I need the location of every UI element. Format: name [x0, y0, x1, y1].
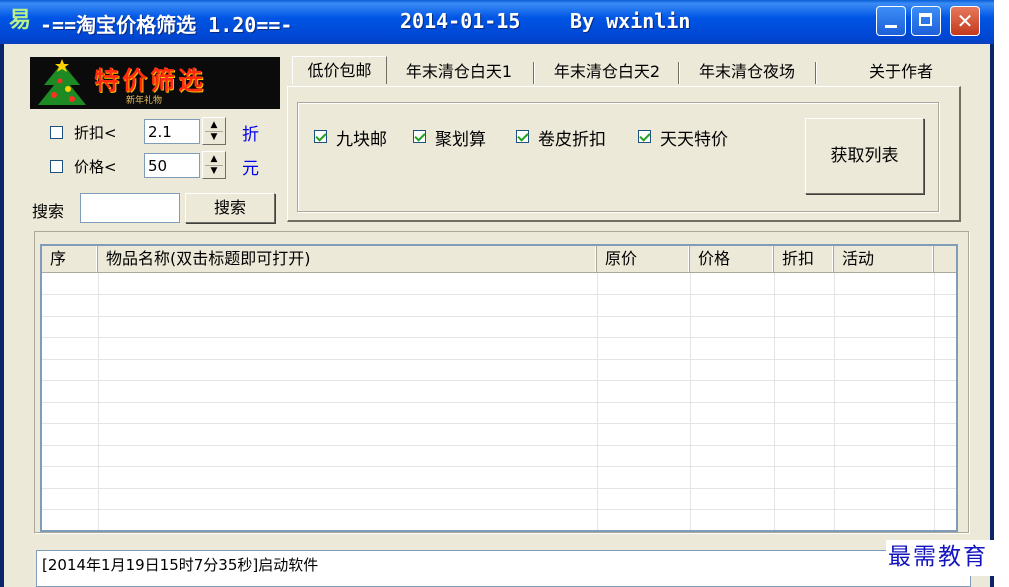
option-checkbox-jiukuaiyou[interactable] [314, 130, 327, 143]
grid-line [42, 337, 956, 338]
price-spinner[interactable]: ▲ ▼ [202, 151, 226, 179]
app-window: 易 -==淘宝价格筛选 1.20==- 2014-01-15 By wxinli… [0, 0, 994, 587]
logo-title: 特价筛选 [94, 66, 207, 95]
table-grid [42, 273, 956, 532]
watermark: 最需教育 [886, 540, 1009, 576]
grid-line [690, 273, 691, 530]
price-input[interactable] [144, 153, 200, 178]
grid-line [42, 401, 956, 403]
column-header-original-price[interactable]: 原价 [597, 246, 690, 272]
item-list-table[interactable]: 序 物品名称(双击标题即可打开) 原价 价格 折扣 活动 [40, 244, 958, 532]
search-input[interactable] [80, 193, 180, 223]
column-header-discount[interactable]: 折扣 [774, 246, 834, 272]
grid-line [42, 315, 956, 317]
window-title: -==淘宝价格筛选 1.20==- [40, 13, 293, 37]
spin-down-icon[interactable]: ▼ [205, 131, 223, 143]
spin-down-icon[interactable]: ▼ [205, 165, 223, 177]
grid-line [42, 294, 956, 295]
option-label-juanpi: 卷皮折扣 [538, 130, 606, 150]
column-header-activity[interactable]: 活动 [834, 246, 934, 272]
grid-line [42, 466, 956, 467]
option-label-tiantian: 天天特价 [660, 130, 728, 150]
discount-label: 折扣< [74, 124, 117, 142]
column-header-index[interactable]: 序 [42, 246, 98, 272]
grid-line [42, 423, 956, 424]
column-header-item-name[interactable]: 物品名称(双击标题即可打开) [98, 246, 597, 272]
close-button[interactable]: ✕ [950, 6, 980, 36]
tab-year-end-day-1[interactable]: 年末清仓白天1 [389, 58, 529, 86]
price-label: 价格< [74, 158, 117, 176]
column-header-price[interactable]: 价格 [690, 246, 774, 272]
tab-low-price-free-shipping[interactable]: 低价包邮 [292, 56, 387, 84]
logo-subtitle: 新年礼物 [126, 96, 163, 106]
search-label: 搜索 [32, 202, 65, 221]
option-label-jiukuaiyou: 九块邮 [336, 130, 387, 150]
grid-line [42, 487, 956, 489]
discount-input[interactable] [144, 119, 200, 144]
search-button[interactable]: 搜索 [185, 193, 275, 223]
discount-spinner[interactable]: ▲ ▼ [202, 117, 226, 145]
grid-line [834, 273, 835, 530]
discount-unit: 折 [242, 125, 259, 145]
app-icon: 易 [8, 8, 31, 33]
grid-line [774, 273, 775, 530]
tab-separator [678, 62, 679, 84]
option-checkbox-tiantian[interactable] [638, 130, 651, 143]
option-checkbox-juhuasuan[interactable] [413, 130, 426, 143]
title-bar[interactable]: 易 -==淘宝价格筛选 1.20==- 2014-01-15 By wxinli… [0, 0, 994, 44]
tab-separator [533, 62, 534, 84]
price-unit: 元 [242, 159, 259, 179]
grid-line [42, 509, 956, 510]
christmas-tree-icon [38, 59, 86, 105]
status-log: [2014年1月19日15时7分35秒]启动软件 [36, 550, 971, 587]
price-checkbox[interactable] [50, 160, 63, 173]
grid-line [98, 273, 99, 530]
tab-about-author[interactable]: 关于作者 [856, 58, 946, 86]
title-date: 2014-01-15 [400, 9, 521, 33]
option-label-juhuasuan: 聚划算 [435, 130, 486, 150]
title-author: By wxinlin [570, 9, 691, 33]
grid-line [597, 273, 598, 530]
grid-line [42, 531, 956, 532]
grid-line [42, 444, 956, 446]
tab-year-end-night[interactable]: 年末清仓夜场 [682, 58, 812, 86]
close-icon: ✕ [956, 9, 974, 33]
grid-line [934, 273, 935, 530]
maximize-icon [919, 13, 932, 26]
minimize-button[interactable] [876, 6, 906, 36]
tab-year-end-day-2[interactable]: 年末清仓白天2 [537, 58, 677, 86]
tab-separator [815, 62, 816, 84]
fetch-list-button[interactable]: 获取列表 [805, 118, 924, 194]
table-header: 序 物品名称(双击标题即可打开) 原价 价格 折扣 活动 [42, 246, 956, 273]
maximize-button[interactable] [911, 6, 941, 36]
discount-checkbox[interactable] [50, 126, 63, 139]
grid-line [42, 380, 956, 381]
logo-banner: 特价筛选 新年礼物 [30, 57, 280, 109]
client-area: 特价筛选 新年礼物 折扣< ▲ ▼ 折 价格< ▲ ▼ 元 搜索 搜索 低价包邮… [4, 44, 990, 587]
minimize-icon [885, 25, 897, 28]
option-checkbox-juanpi[interactable] [516, 130, 529, 143]
grid-line [42, 358, 956, 360]
